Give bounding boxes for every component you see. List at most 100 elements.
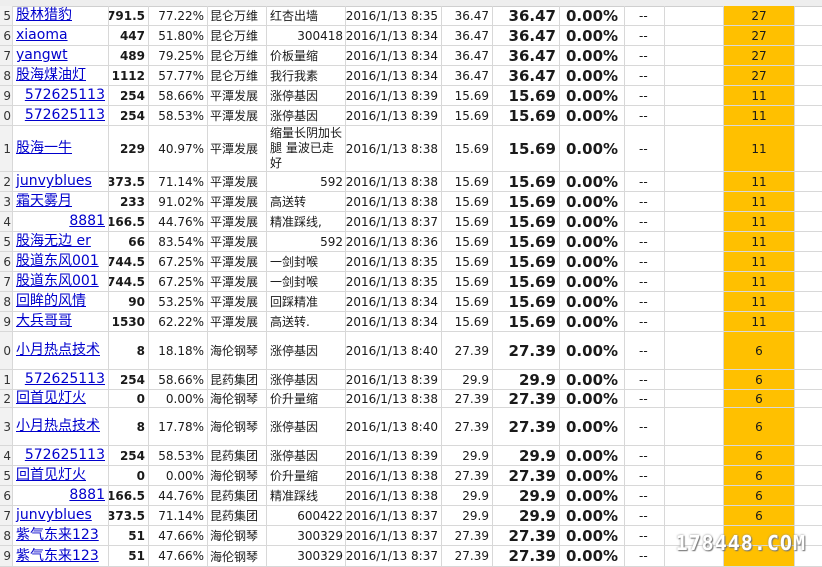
empty-cell[interactable] xyxy=(665,292,724,311)
success-rate-cell[interactable]: 83.54% xyxy=(149,232,208,251)
count-badge-cell[interactable]: 11 xyxy=(724,212,795,231)
success-rate-cell[interactable]: 44.76% xyxy=(149,212,208,231)
user-name-cell[interactable]: 572625113 xyxy=(13,370,109,389)
change-percent-cell[interactable]: 0.00% xyxy=(560,46,625,65)
price-cell[interactable]: 27.39 xyxy=(442,466,493,485)
user-name-cell[interactable]: 股道东风001 xyxy=(13,252,109,271)
price-cell[interactable]: 15.69 xyxy=(442,106,493,125)
reason-cell[interactable]: 涨停基因 xyxy=(267,332,346,369)
empty-cell[interactable] xyxy=(665,26,724,45)
empty-cell[interactable] xyxy=(665,46,724,65)
reason-cell[interactable]: 300329 xyxy=(267,526,346,545)
dash-cell[interactable]: -- xyxy=(625,212,665,231)
change-percent-cell[interactable]: 0.00% xyxy=(560,526,625,545)
reason-cell[interactable]: 价升量缩 xyxy=(267,390,346,407)
success-rate-cell[interactable]: 58.53% xyxy=(149,446,208,465)
change-percent-cell[interactable]: 0.00% xyxy=(560,252,625,271)
success-rate-cell[interactable]: 58.66% xyxy=(149,370,208,389)
change-percent-cell[interactable]: 0.00% xyxy=(560,408,625,445)
user-link[interactable]: yangwt xyxy=(16,47,68,64)
user-name-cell[interactable]: 小月热点技术 xyxy=(13,408,109,445)
price-cell[interactable]: 36.47 xyxy=(442,66,493,85)
stock-name-cell[interactable]: 平潭发展 xyxy=(208,292,267,311)
reason-cell[interactable]: 缩量长阴加长腿 量波已走好 xyxy=(267,126,346,171)
user-name-cell[interactable]: 紫气东来123 xyxy=(13,526,109,545)
dash-cell[interactable]: -- xyxy=(625,232,665,251)
score-cell[interactable]: 229 xyxy=(109,126,149,171)
dash-cell[interactable]: -- xyxy=(625,172,665,191)
empty-cell[interactable] xyxy=(665,466,724,485)
price-cell[interactable]: 29.9 xyxy=(442,506,493,525)
close-price-cell[interactable]: 29.9 xyxy=(493,506,560,525)
row-number[interactable]: 6 xyxy=(0,252,13,271)
price-cell[interactable]: 29.9 xyxy=(442,486,493,505)
success-rate-cell[interactable]: 91.02% xyxy=(149,192,208,211)
user-link[interactable]: 8881 xyxy=(69,213,105,230)
stock-name-cell[interactable]: 平潭发展 xyxy=(208,106,267,125)
score-cell[interactable]: 51 xyxy=(109,546,149,566)
price-cell[interactable]: 36.47 xyxy=(442,6,493,25)
empty-cell[interactable] xyxy=(665,232,724,251)
change-percent-cell[interactable]: 0.00% xyxy=(560,192,625,211)
empty-cell[interactable] xyxy=(795,486,822,505)
success-rate-cell[interactable]: 58.66% xyxy=(149,86,208,105)
change-percent-cell[interactable]: 0.00% xyxy=(560,466,625,485)
empty-cell[interactable] xyxy=(665,332,724,369)
change-percent-cell[interactable]: 0.00% xyxy=(560,6,625,25)
empty-cell[interactable] xyxy=(665,6,724,25)
row-number[interactable]: 3 xyxy=(0,408,13,445)
empty-cell[interactable] xyxy=(795,46,822,65)
empty-cell[interactable] xyxy=(795,252,822,271)
user-link[interactable]: 股道东风001 xyxy=(16,253,99,270)
empty-cell[interactable] xyxy=(795,370,822,389)
stock-name-cell[interactable]: 昆药集团 xyxy=(208,506,267,525)
close-price-cell[interactable]: 36.47 xyxy=(493,46,560,65)
user-link[interactable]: junvyblues xyxy=(16,173,92,190)
user-link[interactable]: xiaoma xyxy=(16,27,68,44)
score-cell[interactable]: 254 xyxy=(109,106,149,125)
user-link[interactable]: 股道东风001 xyxy=(16,273,99,290)
success-rate-cell[interactable]: 67.25% xyxy=(149,272,208,291)
time-cell[interactable]: 2016/1/13 8:38 xyxy=(346,126,442,171)
reason-cell[interactable]: 红杏出墙 xyxy=(267,6,346,25)
stock-name-cell[interactable]: 平潭发展 xyxy=(208,86,267,105)
price-cell[interactable]: 36.47 xyxy=(442,26,493,45)
time-cell[interactable]: 2016/1/13 8:35 xyxy=(346,6,442,25)
close-price-cell[interactable]: 15.69 xyxy=(493,86,560,105)
stock-name-cell[interactable]: 平潭发展 xyxy=(208,126,267,171)
close-price-cell[interactable]: 15.69 xyxy=(493,272,560,291)
reason-cell[interactable]: 300329 xyxy=(267,546,346,566)
reason-cell[interactable]: 高送转. xyxy=(267,312,346,331)
empty-cell[interactable] xyxy=(795,408,822,445)
close-price-cell[interactable]: 36.47 xyxy=(493,66,560,85)
user-link[interactable]: 回首见灯火 xyxy=(16,467,86,484)
row-number[interactable]: 9 xyxy=(0,86,13,105)
reason-cell[interactable]: 精准踩线, xyxy=(267,212,346,231)
time-cell[interactable]: 2016/1/13 8:37 xyxy=(346,546,442,566)
count-badge-cell[interactable]: 11 xyxy=(724,292,795,311)
stock-name-cell[interactable]: 平潭发展 xyxy=(208,192,267,211)
count-badge-cell[interactable]: 6 xyxy=(724,466,795,485)
user-name-cell[interactable]: junvyblues xyxy=(13,172,109,191)
count-badge-cell[interactable]: 27 xyxy=(724,26,795,45)
row-number[interactable]: 9 xyxy=(0,312,13,331)
score-cell[interactable]: 166.5 xyxy=(109,486,149,505)
count-badge-cell[interactable]: 6 xyxy=(724,370,795,389)
dash-cell[interactable]: -- xyxy=(625,46,665,65)
user-name-cell[interactable]: 回首见灯火 xyxy=(13,390,109,407)
user-link[interactable]: 股海煤油灯 xyxy=(16,67,86,84)
success-rate-cell[interactable]: 51.80% xyxy=(149,26,208,45)
success-rate-cell[interactable]: 47.66% xyxy=(149,526,208,545)
row-number[interactable]: 6 xyxy=(0,26,13,45)
empty-cell[interactable] xyxy=(665,192,724,211)
score-cell[interactable]: 489 xyxy=(109,46,149,65)
dash-cell[interactable]: -- xyxy=(625,192,665,211)
time-cell[interactable]: 2016/1/13 8:37 xyxy=(346,526,442,545)
stock-name-cell[interactable]: 平潭发展 xyxy=(208,232,267,251)
success-rate-cell[interactable]: 44.76% xyxy=(149,486,208,505)
stock-name-cell[interactable]: 昆仑万维 xyxy=(208,46,267,65)
score-cell[interactable]: 90 xyxy=(109,292,149,311)
dash-cell[interactable]: -- xyxy=(625,86,665,105)
change-percent-cell[interactable]: 0.00% xyxy=(560,86,625,105)
user-name-cell[interactable]: 572625113 xyxy=(13,446,109,465)
